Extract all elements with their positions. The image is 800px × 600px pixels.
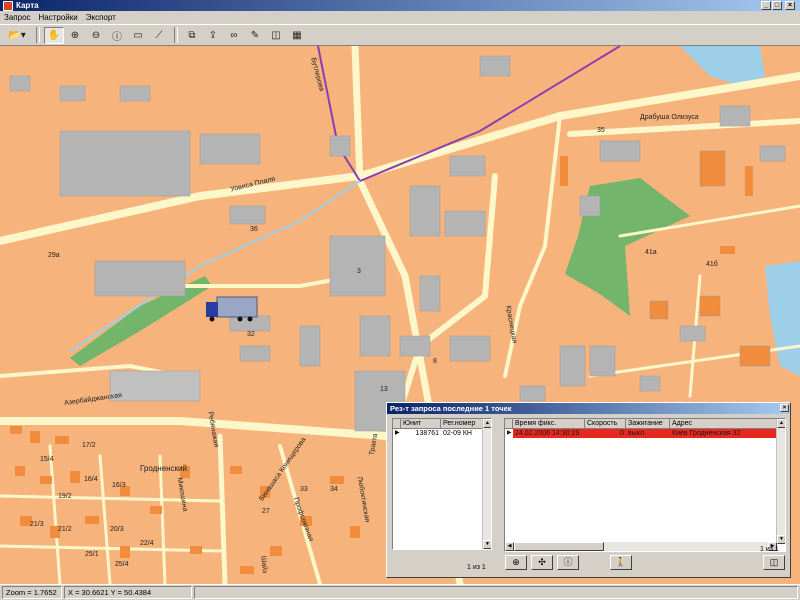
house-number: 36 <box>250 226 258 233</box>
house-number: 21/3 <box>30 521 44 528</box>
status-bar: Zoom = 1.7652 X = 30.6621 Y = 50.4384 <box>0 584 800 600</box>
walk-icon[interactable]: 🚶 <box>610 555 632 570</box>
hand-pan-icon[interactable]: ✋ <box>44 26 64 44</box>
results-panel-close-button[interactable]: × <box>780 404 789 412</box>
scroll-up-icon[interactable]: ▲ <box>483 419 491 428</box>
ruler-icon[interactable]: ⟋ <box>149 27 169 44</box>
row-indicator-header <box>393 419 401 429</box>
cell-address[interactable]: Киев Гродненская 32 <box>670 429 778 438</box>
cell-fix-time[interactable]: 24.02.2006 14:30:19 <box>513 429 585 438</box>
house-number: 27 <box>262 508 270 515</box>
info-icon[interactable]: ⓘ <box>557 555 579 570</box>
units-grid-header: Юнит Рег.номер <box>393 419 491 429</box>
street-shaiz: Шайз <box>259 555 268 574</box>
maximize-button[interactable]: □ <box>772 1 782 10</box>
column-unit[interactable]: Юнит <box>401 419 441 429</box>
menu-bar: Запрос Настройки Экспорт <box>0 11 800 24</box>
window-title: Карта <box>16 1 39 10</box>
toolbar-separator <box>174 27 178 43</box>
house-number: 41б <box>706 261 718 268</box>
table-row[interactable]: ▶ 24.02.2006 14:30:19 0 выкл. Киев Гродн… <box>505 429 785 438</box>
scroll-thumb[interactable] <box>514 542 604 551</box>
column-reg-number[interactable]: Рег.номер <box>441 419 483 429</box>
results-panel-title: Рез-т запроса последние 1 точек <box>390 404 512 413</box>
units-grid-scrollbar[interactable]: ▲ ▼ <box>482 419 491 549</box>
house-number: 34 <box>330 486 338 493</box>
close-button[interactable]: × <box>785 1 795 10</box>
status-empty-cell <box>194 586 798 599</box>
points-grid[interactable]: Время фикс. Скорость Зажигание Адрес ▶ 2… <box>504 418 786 552</box>
house-number: 8 <box>433 358 437 365</box>
column-ignition[interactable]: Зажигание <box>626 419 670 429</box>
cell-ignition[interactable]: выкл. <box>626 429 670 438</box>
house-number: 29а <box>48 252 60 259</box>
house-number: 41а <box>645 249 657 256</box>
buildings <box>9 55 786 432</box>
house-number: 13 <box>380 386 388 393</box>
house-number: 21/2 <box>58 526 72 533</box>
results-panel[interactable]: Рез-т запроса последние 1 точек × Юнит Р… <box>386 402 791 578</box>
street-drabusha: Драбуша Олизуса <box>640 114 699 121</box>
house-number: 3 <box>357 268 361 275</box>
house-number: 22/4 <box>140 540 154 547</box>
export-icon[interactable]: ⇪ <box>203 27 223 44</box>
pen-icon[interactable]: ✎ <box>245 27 265 44</box>
app-icon <box>3 0 13 11</box>
toolbar-separator <box>36 27 40 43</box>
house-number: 16/4 <box>84 476 98 483</box>
house-number: 25/4 <box>115 561 129 568</box>
house-number: 17/2 <box>82 442 96 449</box>
binoculars-icon[interactable]: ∞ <box>224 27 244 44</box>
street-grodnensky: Гродненский <box>140 464 187 473</box>
menu-query[interactable]: Запрос <box>4 13 31 22</box>
scroll-left-icon[interactable]: ◀ <box>505 542 514 551</box>
table-row[interactable]: ▶ 138761 02-09 КН <box>393 429 491 438</box>
zoom-in-icon[interactable]: ⊕ <box>65 27 85 44</box>
zoom-out-icon[interactable]: ⊖ <box>86 27 106 44</box>
scroll-down-icon[interactable]: ▼ <box>777 535 785 544</box>
cell-speed[interactable]: 0 <box>585 429 626 438</box>
house-number: 32 <box>247 331 255 338</box>
zoom-to-icon[interactable]: ⊕ <box>505 555 527 570</box>
house-number: 20/3 <box>110 526 124 533</box>
points-grid-hscrollbar[interactable]: ◀ ▶ <box>505 542 777 551</box>
row-pointer-icon: ▶ <box>505 429 513 438</box>
eraser-icon[interactable]: ◫ <box>266 27 286 44</box>
house-number: 35 <box>597 127 605 134</box>
minimize-button[interactable]: _ <box>761 1 771 10</box>
column-fix-time[interactable]: Время фикс. <box>513 419 585 429</box>
center-icon[interactable]: ✣ <box>531 555 553 570</box>
house-number: 25/1 <box>85 551 99 558</box>
house-number: 16/3 <box>112 482 126 489</box>
grid-icon[interactable]: ▦ <box>287 27 307 44</box>
row-pointer-icon: ▶ <box>395 430 400 436</box>
points-grid-header: Время фикс. Скорость Зажигание Адрес <box>505 419 785 429</box>
menu-settings[interactable]: Настройки <box>39 13 78 22</box>
column-speed[interactable]: Скорость <box>585 419 626 429</box>
layer-icon[interactable]: ⧉ <box>182 27 202 44</box>
menu-export[interactable]: Экспорт <box>86 13 116 22</box>
select-rect-icon[interactable]: ▭ <box>128 27 148 44</box>
points-pager: 1 из 1 <box>760 546 779 553</box>
units-pager: 1 из 1 <box>467 564 486 571</box>
toolbar: 📂▾ ✋ ⊕ ⊖ ⓘ ▭ ⟋ ⧉ ⇪ ∞ ✎ ◫ ▦ <box>0 24 800 46</box>
zoom-readout: Zoom = 1.7652 <box>2 586 62 599</box>
row-indicator-header <box>505 419 513 429</box>
results-panel-titlebar[interactable]: Рез-т запроса последние 1 точек × <box>387 403 790 414</box>
cell-unit[interactable]: 138761 <box>401 429 441 438</box>
scroll-down-icon[interactable]: ▼ <box>483 540 491 549</box>
window-titlebar: Карта _ □ × <box>0 0 800 11</box>
house-number: 19/2 <box>58 493 72 500</box>
cell-reg-number[interactable]: 02-09 КН <box>441 429 483 438</box>
eraser-icon[interactable]: ◫ <box>763 555 785 570</box>
points-grid-vscrollbar[interactable]: ▲ ▼ <box>776 419 785 544</box>
house-number: 15/4 <box>40 456 54 463</box>
column-address[interactable]: Адрес <box>670 419 778 429</box>
coords-readout: X = 30.6621 Y = 50.4384 <box>64 586 192 599</box>
scroll-up-icon[interactable]: ▲ <box>777 419 785 428</box>
house-number: 33 <box>300 486 308 493</box>
units-grid[interactable]: Юнит Рег.номер ▶ 138761 02-09 КН ▲ ▼ <box>392 418 492 550</box>
info-icon[interactable]: ⓘ <box>107 27 127 44</box>
open-folder-icon[interactable]: 📂▾ <box>3 27 31 44</box>
